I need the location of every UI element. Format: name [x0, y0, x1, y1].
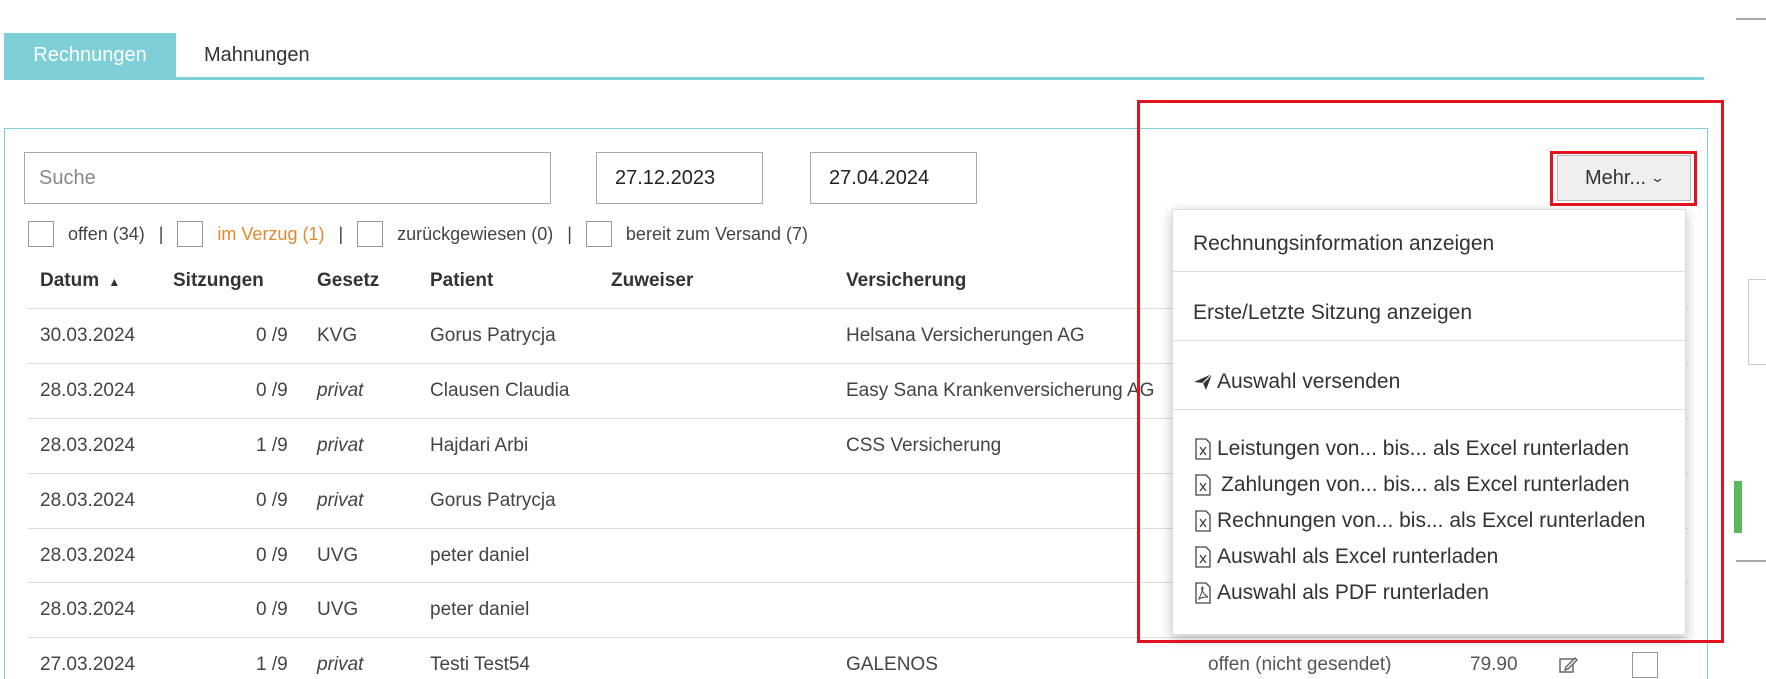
filter-versand-checkbox[interactable]: [585, 221, 612, 247]
filter-label: im Verzug (1): [217, 223, 325, 244]
cell-versicherung: GALENOS: [846, 654, 938, 675]
column-header-zuweiser[interactable]: Zuweiser: [611, 270, 693, 292]
column-header-gesetz[interactable]: Gesetz: [317, 270, 379, 292]
cell-datum: 30.03.2024: [40, 325, 136, 346]
cell-sitzungen: 1 /9: [256, 654, 288, 675]
cell-patient: Hajdari Arbi: [430, 435, 529, 456]
cell-sitzungen: 0 /9: [256, 490, 288, 511]
cell-patient: Gorus Patrycja: [430, 325, 556, 346]
cell-gesetz: privat: [317, 490, 364, 511]
filter-separator: |: [338, 223, 344, 244]
cell-gesetz: privat: [317, 654, 364, 675]
cell-versicherung: CSS Versicherung: [846, 435, 1002, 456]
column-header-datum[interactable]: Datum ▲: [40, 270, 120, 292]
cell-sitzungen: 0 /9: [256, 325, 288, 346]
cell-patient: peter daniel: [430, 599, 530, 620]
filter-separator: |: [158, 223, 164, 244]
filter-separator: |: [567, 223, 572, 244]
cell-betrag: 79.90: [1470, 654, 1518, 675]
tab-bar: Rechnungen Mahnungen: [4, 33, 1704, 80]
cell-datum: 28.03.2024: [40, 599, 136, 620]
highlight-box-more-button: [1550, 151, 1697, 206]
cell-patient: Gorus Patrycja: [430, 490, 556, 511]
column-header-label: Datum: [40, 270, 100, 291]
status-filters: offen (34) | im Verzug (1) | zurückgewie…: [28, 221, 822, 247]
cell-gesetz: KVG: [317, 325, 358, 346]
cell-datum: 27.03.2024: [40, 654, 136, 675]
side-green-button[interactable]: [1734, 481, 1742, 533]
date-from-field[interactable]: [596, 152, 763, 204]
cell-datum: 28.03.2024: [40, 435, 136, 456]
filter-zurueckgewiesen-checkbox[interactable]: [357, 221, 384, 247]
filter-label: offen (34): [68, 223, 145, 244]
search-input[interactable]: [24, 152, 551, 204]
cell-datum: 28.03.2024: [40, 545, 136, 566]
sort-asc-icon: ▲: [108, 275, 121, 289]
cell-datum: 28.03.2024: [40, 490, 136, 511]
tab-mahnungen[interactable]: Mahnungen: [204, 33, 310, 77]
edge-panel: [1748, 279, 1766, 365]
cell-patient: Testi Test54: [430, 654, 530, 675]
filter-verzug-checkbox[interactable]: [177, 221, 204, 247]
cell-sitzungen: 0 /9: [256, 380, 288, 401]
date-to-field[interactable]: [810, 152, 977, 204]
column-header-versicherung[interactable]: Versicherung: [846, 270, 966, 292]
filter-label: zurückgewiesen (0): [397, 223, 554, 244]
cell-sitzungen: 0 /9: [256, 599, 288, 620]
cell-patient: peter daniel: [430, 545, 530, 566]
filter-offen-checkbox[interactable]: [28, 221, 54, 247]
edit-icon[interactable]: [1558, 655, 1578, 675]
edge-divider: [1736, 560, 1766, 562]
tab-rechnungen[interactable]: Rechnungen: [4, 33, 176, 77]
column-header-patient[interactable]: Patient: [430, 270, 493, 292]
cell-versicherung: Helsana Versicherungen AG: [846, 325, 1085, 346]
cell-gesetz: UVG: [317, 545, 359, 566]
column-header-sitzungen[interactable]: Sitzungen: [173, 270, 264, 292]
cell-patient: Clausen Claudia: [430, 380, 570, 401]
cell-sitzungen: 1 /9: [256, 435, 288, 456]
cell-gesetz: privat: [317, 380, 364, 401]
row-select-checkbox[interactable]: [1632, 652, 1658, 678]
cell-versicherung: Easy Sana Krankenversicherung AG: [846, 380, 1155, 401]
edge-divider: [1736, 18, 1766, 20]
cell-datum: 28.03.2024: [40, 380, 136, 401]
cell-gesetz: UVG: [317, 599, 359, 620]
cell-sitzungen: 0 /9: [256, 545, 288, 566]
cell-status: offen (nicht gesendet): [1208, 654, 1392, 675]
cell-gesetz: privat: [317, 435, 364, 456]
table-row[interactable]: 27.03.2024 1 /9 privat Testi Test54 GALE…: [28, 637, 1688, 679]
filter-label: bereit zum Versand (7): [625, 223, 809, 244]
